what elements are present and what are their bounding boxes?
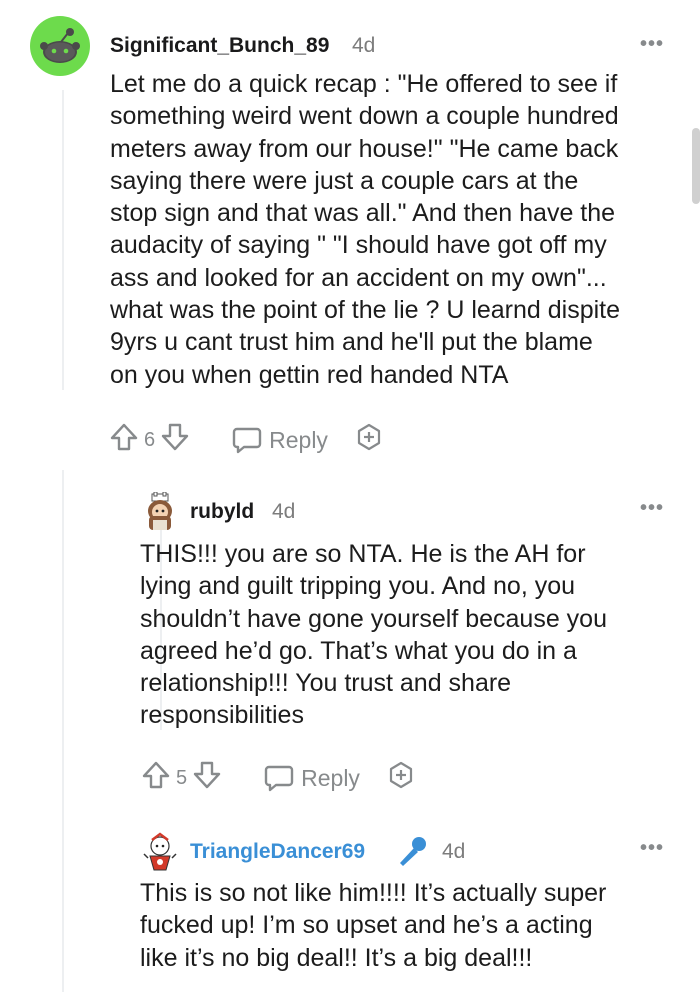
comment-line: audacity of saying " "I should have got … (110, 231, 607, 260)
username[interactable]: TriangleDancer69 (190, 840, 365, 864)
comment-line: responsibilities (140, 701, 304, 730)
comment-actions: 5 Reply (140, 759, 416, 797)
comment-line: Let me do a quick recap : "He offered to… (110, 70, 618, 98)
comment-line: meters away from our house!" "He came ba… (110, 134, 619, 163)
reply-label: Reply (269, 426, 328, 453)
downvote-arrow-icon[interactable] (159, 421, 191, 459)
comment-line: something weird went down a couple hundr… (110, 102, 619, 131)
comment-line: ass and looked for an accident on my own… (110, 263, 607, 292)
comment-line: relationship!!! You trust and share (140, 669, 512, 698)
character-avatar-icon (143, 832, 177, 871)
comment-line: shouldn’t have gone yourself because you (140, 604, 607, 633)
timestamp[interactable]: 4d (272, 500, 295, 524)
timestamp[interactable]: 4d (442, 840, 465, 864)
reply-label: Reply (301, 764, 360, 791)
character-avatar-icon (148, 491, 172, 530)
more-options-button[interactable]: ••• (640, 497, 664, 520)
comment-body: Let me do a quick recap : "He offered to… (110, 68, 690, 391)
comment-line: fucked up! I’m so upset and he’s a actin… (140, 911, 593, 940)
comment-line: stop sign and that was all." And then ha… (110, 199, 616, 228)
microphone-icon (395, 834, 429, 873)
comment-line: like it’s no big deal!! It’s a big deal!… (140, 943, 533, 972)
username[interactable]: Significant_Bunch_89 (110, 34, 329, 58)
upvote-arrow-icon[interactable] (108, 421, 140, 459)
comment-line: what was the point of the lie ? U learnd… (110, 296, 621, 325)
more-options-button[interactable]: ••• (640, 837, 664, 860)
snoo-avatar-icon (40, 28, 80, 63)
comment: rubyld 4d ••• THIS!!! you are so NTA. He… (0, 470, 700, 820)
timestamp[interactable]: 4d (352, 34, 375, 58)
avatar[interactable] (140, 832, 180, 872)
comment-body: This is so not like him!!!! It’s actuall… (140, 877, 690, 974)
speech-bubble-icon (232, 427, 262, 454)
upvote-arrow-icon[interactable] (140, 759, 172, 797)
award-plus-icon (357, 423, 381, 451)
reply-button[interactable]: Reply (231, 424, 328, 456)
comment-line: 9yrs u cant trust him and he'll put the … (110, 328, 593, 357)
comment-line: This is so not like him!!!! It’s actuall… (140, 879, 607, 907)
vote-count: 6 (144, 428, 156, 451)
comment-line: lying and guilt tripping you. And no, yo… (140, 572, 576, 601)
downvote-arrow-icon[interactable] (191, 759, 223, 797)
speech-bubble-icon (264, 765, 294, 792)
avatar[interactable] (140, 491, 180, 532)
comment-line: saying there were just a couple cars at … (110, 166, 579, 195)
comment-body: THIS!!! you are so NTA. He is the AH for… (140, 538, 690, 732)
award-button[interactable] (354, 422, 384, 458)
comment: TriangleDancer69 4d ••• This is so not l… (0, 820, 700, 992)
comment-line: agreed he’d go. That’s what you do in a (140, 636, 577, 665)
vote-count: 5 (176, 766, 188, 789)
comment-actions: 6 Reply (108, 421, 384, 459)
username[interactable]: rubyld (190, 500, 254, 524)
avatar[interactable] (30, 16, 90, 76)
award-button[interactable] (386, 760, 416, 796)
comment-line: on you when gettin red handed NTA (110, 360, 509, 389)
comment: Significant_Bunch_89 4d ••• Let me do a … (0, 0, 700, 470)
reply-button[interactable]: Reply (263, 762, 360, 794)
comment-line: THIS!!! you are so NTA. He is the AH for (140, 540, 586, 568)
award-plus-icon (389, 761, 413, 789)
more-options-button[interactable]: ••• (640, 33, 664, 56)
